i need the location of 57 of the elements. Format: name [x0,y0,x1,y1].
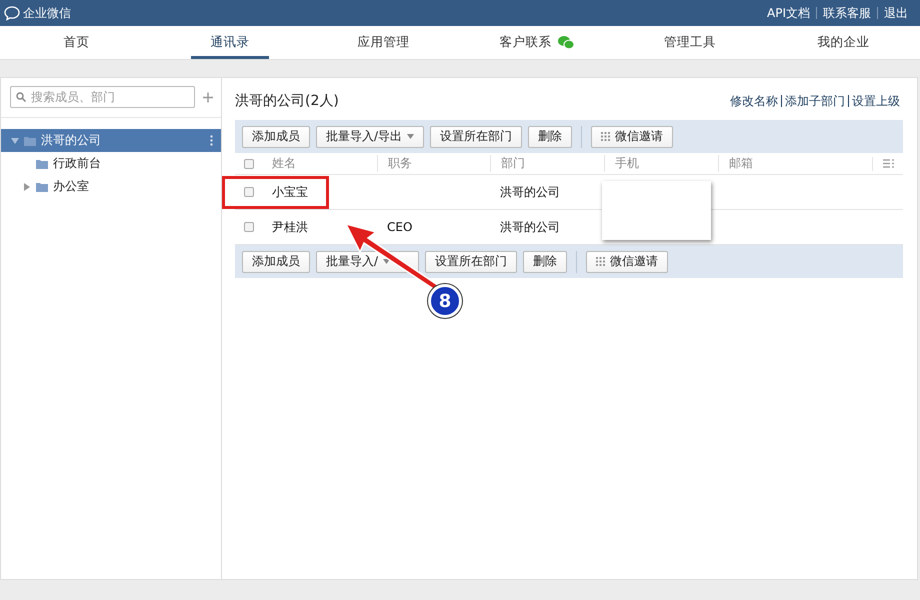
checkbox[interactable] [244,187,254,197]
folder-icon [36,158,48,168]
table-cell-text: 洪哥的公司 [499,218,561,236]
column-header: 职务 [377,155,490,172]
toolbar-button[interactable]: 删除 [523,250,567,272]
toolbar-button[interactable]: 微信邀请 [586,250,668,272]
grid-icon [596,257,605,266]
tree-item[interactable]: 洪哥的公司 [1,129,221,152]
grid-icon [601,132,610,141]
logo-text: 企业微信 [23,4,71,22]
caret-down-icon[interactable] [11,136,19,144]
department-title: 洪哥的公司(2人) [235,92,339,110]
plus-icon[interactable] [203,92,213,102]
search-field[interactable]: 搜索成员、部门 [10,86,195,108]
department-link[interactable]: 添加子部门 [781,95,848,107]
caret-down-icon [407,134,414,139]
toolbar-button[interactable]: 设置所在部门 [430,126,522,148]
nav-tab[interactable]: 我的企业 [804,26,882,59]
caret-right-icon[interactable] [23,182,31,190]
checkbox[interactable] [244,222,254,232]
department-link[interactable]: 修改名称 [727,95,781,107]
search-icon [16,92,26,102]
more-icon[interactable] [210,135,213,146]
chat-bubbles-icon [558,36,574,49]
folder-icon [24,136,36,146]
nav-tab[interactable]: 管理工具 [651,26,729,59]
nav-tab[interactable]: 客户联系 [498,26,576,59]
tree-item[interactable]: 行政前台 [1,152,221,175]
folder-icon [36,182,48,192]
nav-tab[interactable]: 通讯录 [191,26,269,59]
table-cell-text: 尹桂洪 [271,218,309,236]
tree-label: 办公室 [53,178,90,195]
toolbar-button[interactable]: 添加成员 [242,250,310,272]
checkbox[interactable] [244,158,254,168]
toolbar-button[interactable]: 添加成员 [242,126,310,148]
table-cell-text: CEO [386,220,414,234]
toolbar-button[interactable]: 设置所在部门 [425,250,517,272]
column-header: 邮箱 [718,155,872,172]
column-header: 手机 [604,155,718,172]
header-link[interactable]: 退出 [877,7,914,19]
tree-label: 洪哥的公司 [41,132,102,149]
nav-tab[interactable]: 首页 [38,26,116,59]
toolbar-button[interactable]: 微信邀请 [591,126,674,148]
tree-item[interactable]: 办公室 [1,175,221,198]
tree-label: 行政前台 [53,155,102,172]
toolbar-button[interactable]: 批量导入/导出 [316,126,424,148]
table-cell-text: 洪哥的公司 [499,184,561,200]
chat-bubble-icon [4,6,20,20]
column-header: 姓名 [271,155,297,172]
nav-tab[interactable]: 应用管理 [344,26,422,59]
column-header: 部门 [490,155,604,172]
header-link[interactable]: API文档 [761,7,816,19]
columns-menu-icon[interactable] [883,158,894,168]
department-link[interactable]: 设置上级 [848,95,903,107]
table-cell-text: 小宝宝 [271,184,309,200]
header-link[interactable]: 联系客服 [816,7,877,19]
toolbar-button[interactable]: 删除 [528,126,572,148]
